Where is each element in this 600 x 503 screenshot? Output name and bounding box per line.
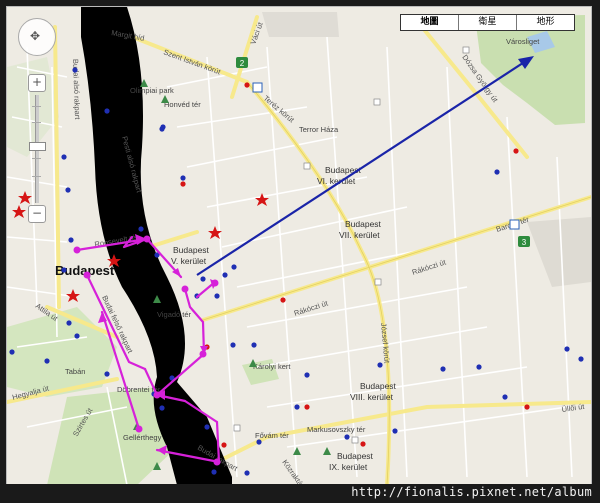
map-frame: 2 3 Városliget Margit híd Szent István k… <box>0 0 600 503</box>
svg-text:2: 2 <box>240 59 245 68</box>
label-district8-a: Budapest <box>360 381 397 391</box>
label-district9-a: Budapest <box>337 451 374 461</box>
zoom-tick <box>32 122 41 123</box>
zoom-slider-knob[interactable] <box>29 142 46 151</box>
label-district6-a: Budapest <box>325 165 362 175</box>
map-svg: 2 3 Városliget Margit híd Szent István k… <box>7 7 591 485</box>
label-district7-b: VII. kerület <box>339 230 380 240</box>
label-kozraktar: Közraktár <box>280 458 306 485</box>
map-canvas[interactable]: 2 3 Városliget Margit híd Szent István k… <box>6 6 592 486</box>
zoom-tick <box>32 106 41 107</box>
main-roads-outline <box>202 81 591 485</box>
map-type-switcher: 地圖 衛星 地形 <box>400 14 575 31</box>
watermark-url: http://fionalis.pixnet.net/album <box>351 485 592 499</box>
svg-text:3: 3 <box>522 238 527 247</box>
label-rakoczi-1: Rákóczi út <box>411 257 448 277</box>
grey-block <box>262 12 339 37</box>
zoom-in-button[interactable]: + <box>28 74 46 92</box>
route-shield-2: 2 <box>236 57 248 68</box>
label-district7-a: Budapest <box>345 219 382 229</box>
label-district9-b: IX. kerület <box>329 462 368 472</box>
label-fovam: Fővám tér <box>255 431 289 440</box>
keleti-station-area <box>527 217 591 287</box>
label-district5-b: V. kerület <box>171 256 207 266</box>
label-jozsef: József körút <box>379 322 392 364</box>
map-type-map-button[interactable]: 地圖 <box>401 15 458 30</box>
map-navigation-control: ✥ + − <box>15 18 59 228</box>
pan-control[interactable]: ✥ <box>18 18 56 56</box>
label-markusovszky: Markusovszky tér <box>307 425 366 434</box>
pan-hand-icon: ✥ <box>30 29 41 43</box>
zoom-tick <box>32 176 41 177</box>
route-shield-3: 3 <box>518 236 530 247</box>
map-type-terrain-button[interactable]: 地形 <box>516 15 574 30</box>
label-varosliget: Városliget <box>506 37 540 46</box>
label-terror: Terror Háza <box>299 125 339 134</box>
zoom-tick <box>32 158 41 159</box>
label-gellerthegy: Gellérthegy <box>123 433 162 442</box>
label-district8-b: VIII. kerület <box>350 392 394 402</box>
map-type-satellite-button[interactable]: 衛星 <box>458 15 516 30</box>
zoom-out-button[interactable]: − <box>28 205 46 223</box>
label-vigado: Vigadó tér <box>157 310 192 319</box>
watermark-bar: http://fionalis.pixnet.net/album <box>0 484 600 503</box>
label-taban: Tabán <box>65 367 85 376</box>
label-district5-a: Budapest <box>173 245 210 255</box>
label-vaci-ut: Váci út <box>248 20 265 45</box>
label-olimpiai: Olimpiai park <box>130 86 174 95</box>
label-szent-istvan: Szent István körút <box>162 47 222 76</box>
label-karolyi: Károlyi kert <box>253 362 291 371</box>
blue-arrow <box>196 56 534 276</box>
label-honved: Honvéd tér <box>164 100 201 109</box>
varosliget-park <box>475 15 585 125</box>
label-ulloi: Üllői út <box>561 402 586 414</box>
